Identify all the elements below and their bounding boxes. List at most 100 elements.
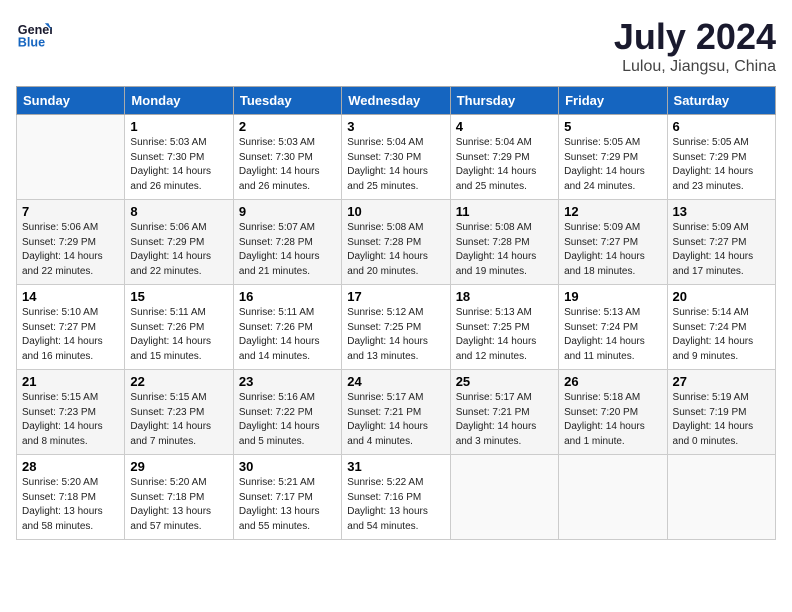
calendar-cell: 5Sunrise: 5:05 AM Sunset: 7:29 PM Daylig… [559,115,667,200]
calendar-cell: 4 Sunrise: 5:04 AM Sunset: 7:29 PM Daylig… [450,115,558,200]
day-number: 6 [673,119,770,134]
day-info: Sunrise: 5:11 AM Sunset: 7:26 PM Dayligh… [239,306,336,364]
calendar-cell [17,115,125,200]
day-number: 11 [456,204,553,219]
logo-icon: General Blue [16,16,52,52]
day-number: 1 [130,119,227,134]
svg-text:Blue: Blue [18,36,45,50]
day-info: Sunrise: 5:12 AM Sunset: 7:25 PM Dayligh… [347,306,444,364]
calendar-cell: 11 Sunrise: 5:08 AM Sunset: 7:28 PM Dayli… [450,200,558,285]
day-info: Sunrise: 5:15 AM Sunset: 7:23 PM Dayligh… [130,391,227,449]
weekday-header-cell: Sunday [17,87,125,115]
location-subtitle: Lulou, Jiangsu, China [614,58,776,76]
day-number: 16 [239,289,336,304]
day-number: 30 [239,459,336,474]
day-number: 25 [456,374,553,389]
day-number: 4 [456,119,553,134]
day-number: 7 [22,204,119,219]
weekday-header-cell: Monday [125,87,233,115]
day-info: Sunrise: 5:19 AM Sunset: 7:19 PM Dayligh… [673,391,770,449]
weekday-header-cell: Thursday [450,87,558,115]
calendar-table: SundayMondayTuesdayWednesdayThursdayFrid… [16,86,776,540]
calendar-cell: 7Sunrise: 5:06 AM Sunset: 7:29 PM Daylig… [17,200,125,285]
day-info: Sunrise: 5:22 AM Sunset: 7:16 PM Dayligh… [347,476,444,534]
calendar-cell [667,455,775,540]
calendar-cell: 19 Sunrise: 5:13 AM Sunset: 7:24 PM Dayli… [559,285,667,370]
day-info: Sunrise: 5:04 AM Sunset: 7:29 PM Dayligh… [456,136,553,194]
calendar-cell: 2 Sunrise: 5:03 AM Sunset: 7:30 PM Daylig… [233,115,341,200]
day-number: 12 [564,204,661,219]
day-number: 24 [347,374,444,389]
day-number: 14 [22,289,119,304]
calendar-cell: 24Sunrise: 5:17 AM Sunset: 7:21 PM Dayli… [342,370,450,455]
calendar-cell: 6 Sunrise: 5:05 AM Sunset: 7:29 PM Daylig… [667,115,775,200]
day-number: 13 [673,204,770,219]
calendar-cell: 29 Sunrise: 5:20 AM Sunset: 7:18 PM Dayli… [125,455,233,540]
day-number: 28 [22,459,119,474]
calendar-cell: 26Sunrise: 5:18 AM Sunset: 7:20 PM Dayli… [559,370,667,455]
weekday-header-row: SundayMondayTuesdayWednesdayThursdayFrid… [17,87,776,115]
logo: General Blue [16,16,52,52]
calendar-cell: 8 Sunrise: 5:06 AM Sunset: 7:29 PM Daylig… [125,200,233,285]
calendar-cell: 28 Sunrise: 5:20 AM Sunset: 7:18 PM Dayli… [17,455,125,540]
title-block: July 2024 Lulou, Jiangsu, China [614,16,776,76]
day-info: Sunrise: 5:06 AM Sunset: 7:29 PM Dayligh… [130,221,227,279]
day-info: Sunrise: 5:03 AM Sunset: 7:30 PM Dayligh… [239,136,336,194]
day-info: Sunrise: 5:13 AM Sunset: 7:25 PM Dayligh… [456,306,553,364]
calendar-week-row: 7 Sunrise: 5:06 AM Sunset: 7:29 PM Daylig… [17,200,776,285]
day-number: 27 [673,374,770,389]
page-header: General Blue July 2024 Lulou, Jiangsu, C… [16,16,776,76]
calendar-cell: 13Sunrise: 5:09 AM Sunset: 7:27 PM Dayli… [667,200,775,285]
calendar-week-row: 1 Sunrise: 5:03 AM Sunset: 7:30 PM Daylig… [17,115,776,200]
weekday-header-cell: Tuesday [233,87,341,115]
month-year-title: July 2024 [614,16,776,58]
day-number: 20 [673,289,770,304]
day-info: Sunrise: 5:13 AM Sunset: 7:24 PM Dayligh… [564,306,661,364]
calendar-cell: 25 Sunrise: 5:17 AM Sunset: 7:21 PM Dayli… [450,370,558,455]
day-info: Sunrise: 5:21 AM Sunset: 7:17 PM Dayligh… [239,476,336,534]
day-info: Sunrise: 5:05 AM Sunset: 7:29 PM Dayligh… [673,136,770,194]
calendar-cell: 21 Sunrise: 5:15 AM Sunset: 7:23 PM Dayli… [17,370,125,455]
calendar-cell: 16 Sunrise: 5:11 AM Sunset: 7:26 PM Dayli… [233,285,341,370]
day-info: Sunrise: 5:17 AM Sunset: 7:21 PM Dayligh… [456,391,553,449]
calendar-cell: 12 Sunrise: 5:09 AM Sunset: 7:27 PM Dayli… [559,200,667,285]
calendar-cell: 31 Sunrise: 5:22 AM Sunset: 7:16 PM Dayli… [342,455,450,540]
day-number: 17 [347,289,444,304]
day-info: Sunrise: 5:15 AM Sunset: 7:23 PM Dayligh… [22,391,119,449]
weekday-header-cell: Saturday [667,87,775,115]
calendar-cell: 30 Sunrise: 5:21 AM Sunset: 7:17 PM Dayli… [233,455,341,540]
calendar-cell: 3 Sunrise: 5:04 AM Sunset: 7:30 PM Daylig… [342,115,450,200]
calendar-cell: 27 Sunrise: 5:19 AM Sunset: 7:19 PM Dayli… [667,370,775,455]
day-number: 31 [347,459,444,474]
day-info: Sunrise: 5:08 AM Sunset: 7:28 PM Dayligh… [456,221,553,279]
calendar-cell: 22Sunrise: 5:15 AM Sunset: 7:23 PM Dayli… [125,370,233,455]
calendar-week-row: 14Sunrise: 5:10 AM Sunset: 7:27 PM Dayli… [17,285,776,370]
day-number: 29 [130,459,227,474]
day-number: 9 [239,204,336,219]
calendar-cell: 17 Sunrise: 5:12 AM Sunset: 7:25 PM Dayli… [342,285,450,370]
day-number: 19 [564,289,661,304]
weekday-header-cell: Wednesday [342,87,450,115]
calendar-week-row: 28 Sunrise: 5:20 AM Sunset: 7:18 PM Dayli… [17,455,776,540]
day-info: Sunrise: 5:20 AM Sunset: 7:18 PM Dayligh… [22,476,119,534]
day-info: Sunrise: 5:04 AM Sunset: 7:30 PM Dayligh… [347,136,444,194]
calendar-cell: 18Sunrise: 5:13 AM Sunset: 7:25 PM Dayli… [450,285,558,370]
day-info: Sunrise: 5:14 AM Sunset: 7:24 PM Dayligh… [673,306,770,364]
day-number: 23 [239,374,336,389]
day-number: 21 [22,374,119,389]
day-number: 3 [347,119,444,134]
day-info: Sunrise: 5:09 AM Sunset: 7:27 PM Dayligh… [564,221,661,279]
day-info: Sunrise: 5:18 AM Sunset: 7:20 PM Dayligh… [564,391,661,449]
day-info: Sunrise: 5:07 AM Sunset: 7:28 PM Dayligh… [239,221,336,279]
day-info: Sunrise: 5:20 AM Sunset: 7:18 PM Dayligh… [130,476,227,534]
calendar-cell: 20 Sunrise: 5:14 AM Sunset: 7:24 PM Dayli… [667,285,775,370]
day-info: Sunrise: 5:16 AM Sunset: 7:22 PM Dayligh… [239,391,336,449]
calendar-week-row: 21 Sunrise: 5:15 AM Sunset: 7:23 PM Dayli… [17,370,776,455]
day-number: 8 [130,204,227,219]
calendar-cell [559,455,667,540]
calendar-cell: 23 Sunrise: 5:16 AM Sunset: 7:22 PM Dayli… [233,370,341,455]
calendar-cell: 15Sunrise: 5:11 AM Sunset: 7:26 PM Dayli… [125,285,233,370]
day-info: Sunrise: 5:11 AM Sunset: 7:26 PM Dayligh… [130,306,227,364]
day-number: 2 [239,119,336,134]
day-info: Sunrise: 5:05 AM Sunset: 7:29 PM Dayligh… [564,136,661,194]
